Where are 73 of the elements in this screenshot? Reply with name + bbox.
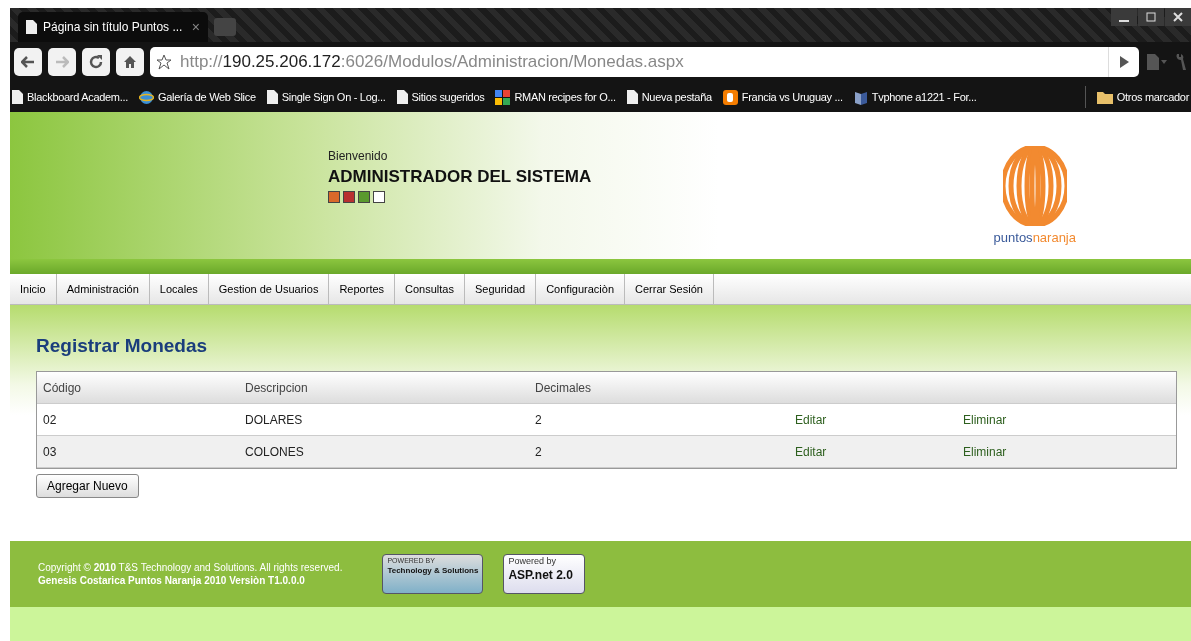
menu-item[interactable]: Gestion de Usuarios [208,274,330,304]
maximize-icon [1146,12,1156,22]
bookmark[interactable]: Nueva pestaña [626,90,712,104]
back-button[interactable] [14,48,42,76]
blog-icon [722,89,738,105]
color-swatch[interactable] [343,190,355,203]
table-cell-text: COLONES [245,444,305,459]
delete-link[interactable]: Eliminar [963,412,1007,427]
page-menu-icon[interactable] [1145,52,1167,72]
powered-by-badge: Powered by ASP.net 2.0 [503,554,586,594]
home-button[interactable] [116,48,144,76]
url-text: http://190.25.206.172:6026/Modulos/Administracion/Monedas.aspx [180,52,685,72]
table-cell-text: 2 [535,412,543,427]
reload-button[interactable] [82,48,110,76]
color-swatch[interactable] [373,190,385,203]
close-icon [1173,12,1183,22]
column-header: Decimales [535,380,592,395]
maximize-button[interactable] [1138,8,1164,26]
back-arrow-icon [21,56,35,68]
minimize-button[interactable] [1111,8,1137,26]
colored-tiles-icon [495,89,511,105]
version-text: Genesis Costarica Puntos Naranja 2010 Versiòn T1.0.0.0 [38,575,306,586]
menu-item[interactable]: Configuraciòn [536,274,625,304]
page-icon [626,90,638,104]
table-cell-text: 2 [535,444,543,459]
folder-icon [1096,90,1113,104]
menu-item[interactable]: Inicio [10,274,57,304]
browser-tab[interactable]: Página sin título Puntos ... × [18,12,208,42]
greeting: Bienvenido [328,148,389,163]
column-header: Descripcion [245,380,309,395]
table-cell-text: 02 [43,412,58,427]
menu-item[interactable]: Seguridad [465,274,537,304]
bookmark[interactable]: Sitios sugeridos [396,90,485,104]
bookmark[interactable]: Tvphone a1221 - For... [853,89,977,105]
menu-item[interactable]: Reportes [329,274,396,304]
menu-item[interactable]: Consultas [395,274,465,304]
color-swatch[interactable] [358,190,370,203]
table-cell-text: DOLARES [245,412,304,427]
bookmark[interactable]: Single Sign On - Log... [266,90,386,104]
color-swatch[interactable] [328,190,340,203]
user-name: ADMINISTRADOR DEL SISTEMA [328,166,592,187]
address-bar[interactable]: http://190.25.206.172:6026/Modulos/Administracion/Monedas.aspx [150,47,1139,77]
bookmark[interactable]: Galería de Web Slice [139,89,256,105]
edit-link[interactable]: Editar [795,444,827,459]
play-icon [1119,56,1129,68]
menu-item[interactable]: Administración [56,274,150,304]
other-bookmarks[interactable]: Otros marcador [1096,90,1189,104]
forward-button[interactable] [48,48,76,76]
copyright-text: Copyright © 2010 T&S Technology and Solutions. All rights reserved. [38,562,343,573]
bookmark[interactable]: Blackboard Academ... [12,90,128,104]
logo-text: puntosnaranja [993,230,1076,245]
edit-link[interactable]: Editar [795,412,827,427]
star-icon[interactable] [156,54,172,70]
menu-item[interactable]: Cerrar Sesión [625,274,714,304]
page-icon [26,20,37,34]
reload-icon [89,55,103,69]
column-header: Código [43,380,83,395]
forward-arrow-icon [55,56,69,68]
page-icon [266,90,278,104]
page-icon [396,90,408,104]
home-icon [123,55,137,69]
e-globe-icon [139,89,154,105]
table-cell-text: 03 [43,444,58,459]
delete-link[interactable]: Eliminar [963,444,1007,459]
page-icon [12,90,23,104]
minimize-icon [1119,19,1129,22]
bookmark[interactable]: RMAN recipes for O... [495,89,616,105]
close-button[interactable] [1165,8,1191,26]
page-title: Registrar Monedas [36,335,209,357]
bookmark[interactable]: Francia vs Uruguay ... [722,89,843,105]
close-tab-icon[interactable]: × [191,19,200,35]
menu-item[interactable]: Locales [149,274,209,304]
add-new-button[interactable]: Agregar Nuevo [36,474,139,498]
